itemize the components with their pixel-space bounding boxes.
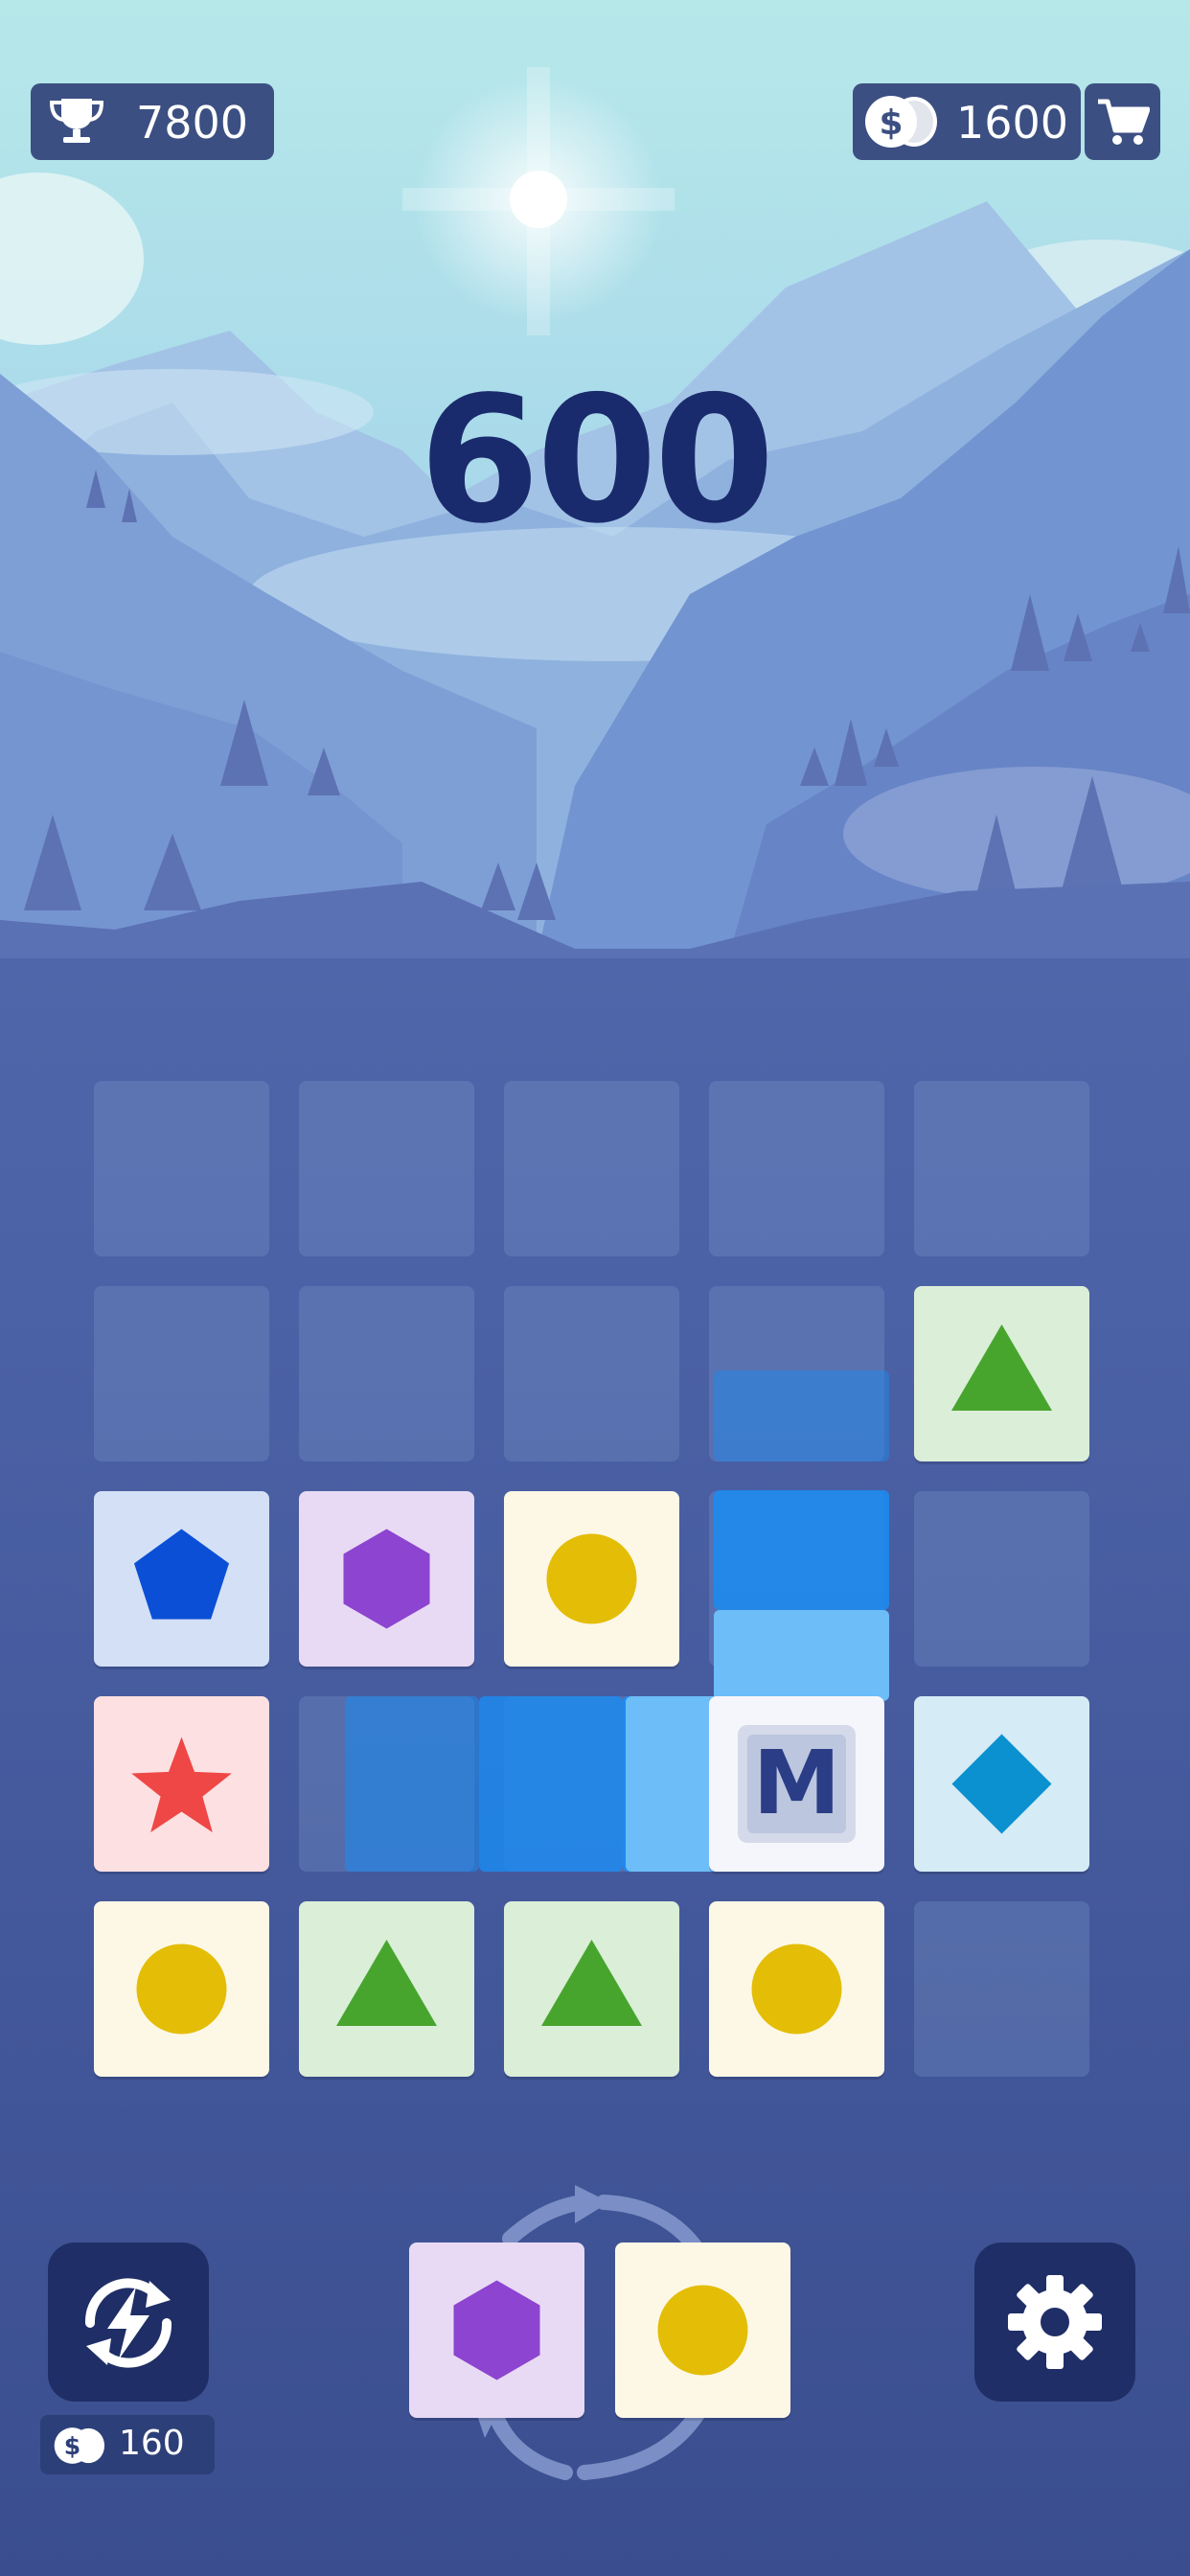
triangle-icon — [336, 1940, 437, 2026]
pentagon-shape — [134, 1529, 229, 1620]
circle-icon — [136, 1944, 227, 2035]
diamond-tile[interactable] — [914, 1696, 1089, 1872]
coins-icon: $ — [54, 2427, 105, 2464]
triangle-shape — [541, 1940, 642, 2026]
star-icon — [131, 1736, 232, 1832]
board-cell[interactable] — [914, 1081, 1089, 1256]
circle-shape — [751, 1944, 842, 2035]
boost-cost-badge: $ 160 — [40, 2415, 215, 2474]
board-cell[interactable] — [709, 1286, 884, 1461]
board-cell[interactable] — [504, 1286, 679, 1461]
triangle-icon — [951, 1324, 1052, 1411]
circle-tile[interactable] — [504, 1491, 679, 1667]
hexagon-shape — [453, 2280, 540, 2380]
triangle-tile[interactable] — [914, 1286, 1089, 1461]
circle-icon — [751, 1944, 842, 2035]
gear-icon — [1008, 2275, 1102, 2369]
diamond-shape — [951, 1734, 1052, 1834]
board-cell[interactable] — [914, 1901, 1089, 2077]
circle-tile[interactable] — [94, 1901, 269, 2077]
boost-cost-value: 160 — [119, 2424, 185, 2463]
settings-button[interactable] — [974, 2242, 1135, 2402]
board-cell[interactable] — [299, 1081, 474, 1256]
m-block-tile[interactable]: M — [709, 1696, 884, 1872]
svg-text:$: $ — [64, 2432, 80, 2460]
hexagon-icon — [453, 2280, 540, 2380]
triangle-tile[interactable] — [299, 1901, 474, 2077]
star-shape — [131, 1736, 232, 1832]
next-piece-circle[interactable] — [615, 2242, 790, 2418]
triangle-tile[interactable] — [504, 1901, 679, 2077]
circle-icon — [546, 1533, 637, 1624]
cart-icon — [1098, 99, 1150, 145]
board-cell[interactable] — [914, 1491, 1089, 1667]
hexagon-shape — [343, 1529, 430, 1629]
board-cell[interactable] — [299, 1696, 474, 1872]
m-block-icon: M — [753, 1732, 841, 1834]
best-score-badge: 7800 — [31, 83, 274, 160]
board-cell[interactable] — [504, 1081, 679, 1256]
triangle-shape — [951, 1324, 1052, 1411]
best-score-value: 7800 — [136, 97, 249, 149]
circle-shape — [136, 1944, 227, 2035]
lightning-refresh-icon — [84, 2278, 172, 2368]
board-cell[interactable] — [504, 1696, 679, 1872]
pentagon-tile[interactable] — [94, 1491, 269, 1667]
board-cell[interactable] — [709, 1081, 884, 1256]
triangle-icon — [541, 1940, 642, 2026]
trophy-icon — [49, 99, 104, 143]
circle-icon — [657, 2285, 748, 2376]
coin-balance-badge: $ 1600 — [853, 83, 1081, 160]
m-block-shape: M — [738, 1725, 856, 1843]
coins-icon: $ — [865, 96, 937, 148]
board-cell[interactable] — [94, 1286, 269, 1461]
board-cell[interactable] — [94, 1081, 269, 1256]
circle-shape — [657, 2285, 748, 2376]
circle-tile[interactable] — [709, 1901, 884, 2077]
coin-balance-value: 1600 — [956, 97, 1069, 149]
triangle-shape — [336, 1940, 437, 2026]
circle-shape — [546, 1533, 637, 1624]
pentagon-icon — [134, 1529, 229, 1620]
hexagon-icon — [343, 1529, 430, 1629]
current-score: 600 — [419, 358, 775, 562]
diamond-icon — [951, 1734, 1052, 1834]
shop-cart-button[interactable] — [1085, 83, 1160, 160]
board-cell[interactable] — [709, 1491, 884, 1667]
hexagon-tile[interactable] — [299, 1491, 474, 1667]
boost-button[interactable] — [48, 2242, 209, 2402]
next-piece-hexagon[interactable] — [409, 2242, 584, 2418]
board-cell[interactable] — [299, 1286, 474, 1461]
star-tile[interactable] — [94, 1696, 269, 1872]
svg-text:$: $ — [879, 104, 903, 143]
